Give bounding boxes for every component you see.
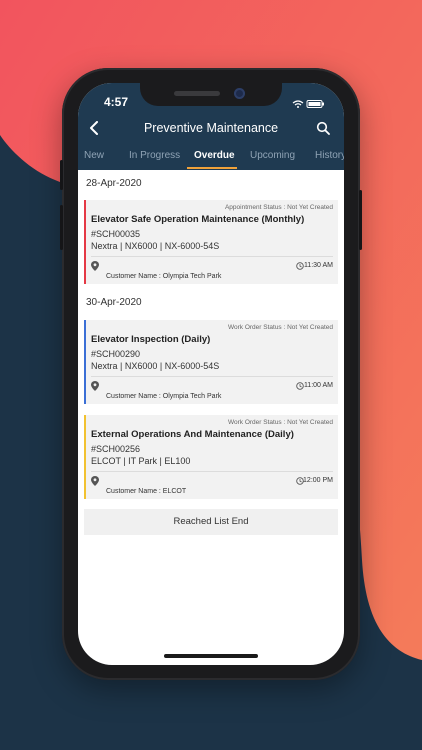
card-time: 11:30 AM — [303, 262, 333, 269]
card-info: ELCOT | IT Park | EL100 — [91, 456, 191, 466]
card-status: Work Order Status : Not Yet Created — [227, 324, 333, 331]
clock-icon — [296, 262, 304, 270]
card-title: External Operations And Maintenance (Dai… — [91, 429, 294, 440]
location-pin-icon — [91, 476, 99, 486]
schedule-card[interactable]: Appointment Status : Not Yet Created Ele… — [84, 200, 338, 284]
tab-new[interactable]: New — [84, 150, 104, 161]
phone-camera — [234, 88, 245, 99]
card-status: Appointment Status : Not Yet Created — [224, 204, 333, 211]
schedule-card[interactable]: Work Order Status : Not Yet Created Elev… — [84, 320, 338, 404]
card-customer: Customer Name : ELCOT — [106, 488, 187, 495]
card-status: Work Order Status : Not Yet Created — [227, 419, 333, 426]
wifi-icon — [292, 100, 304, 106]
schedule-card[interactable]: Work Order Status : Not Yet Created Exte… — [84, 415, 338, 499]
home-indicator[interactable] — [164, 654, 258, 658]
phone-speaker — [174, 91, 220, 96]
status-time: 4:57 — [104, 95, 129, 109]
date-header: 30-Apr-2020 — [86, 297, 142, 308]
card-title: Elevator Safe Operation Maintenance (Mon… — [91, 214, 305, 225]
search-icon[interactable] — [316, 121, 330, 135]
tab-in-progress[interactable]: In Progress — [129, 150, 180, 161]
card-time: 12:00 PM — [303, 477, 333, 484]
card-customer: Customer Name : Olympia Tech Park — [106, 393, 222, 400]
tab-active-indicator — [187, 167, 237, 169]
card-divider — [91, 471, 333, 472]
clock-icon — [296, 382, 304, 390]
location-pin-icon — [91, 381, 99, 391]
card-divider — [91, 376, 333, 377]
phone-side-button — [359, 190, 362, 250]
card-id: #SCH00290 — [91, 349, 141, 359]
tab-history[interactable]: History — [315, 150, 344, 161]
page-title: Preventive Maintenance — [143, 121, 279, 135]
location-pin-icon — [91, 261, 99, 271]
battery-icon — [306, 100, 324, 108]
phone-screen: 4:57 Preventive Maintenance New In Progr… — [78, 83, 344, 665]
card-id: #SCH00256 — [91, 444, 141, 454]
date-header: 28-Apr-2020 — [86, 178, 142, 189]
card-divider — [91, 256, 333, 257]
card-time: 11:00 AM — [303, 382, 333, 389]
list-end-message: Reached List End — [84, 509, 338, 535]
tab-overdue[interactable]: Overdue — [194, 150, 235, 161]
card-title: Elevator Inspection (Daily) — [91, 334, 211, 345]
card-info: Nextra | NX6000 | NX-6000-54S — [91, 361, 220, 371]
tab-bar: New In Progress Overdue Upcoming History — [78, 145, 344, 170]
card-id: #SCH00035 — [91, 229, 141, 239]
status-icons — [292, 96, 326, 114]
card-customer: Customer Name : Olympia Tech Park — [106, 273, 222, 280]
card-info: Nextra | NX6000 | NX-6000-54S — [91, 241, 220, 251]
phone-side-button — [60, 205, 63, 250]
phone-side-button — [60, 160, 63, 190]
tab-upcoming[interactable]: Upcoming — [250, 150, 295, 161]
